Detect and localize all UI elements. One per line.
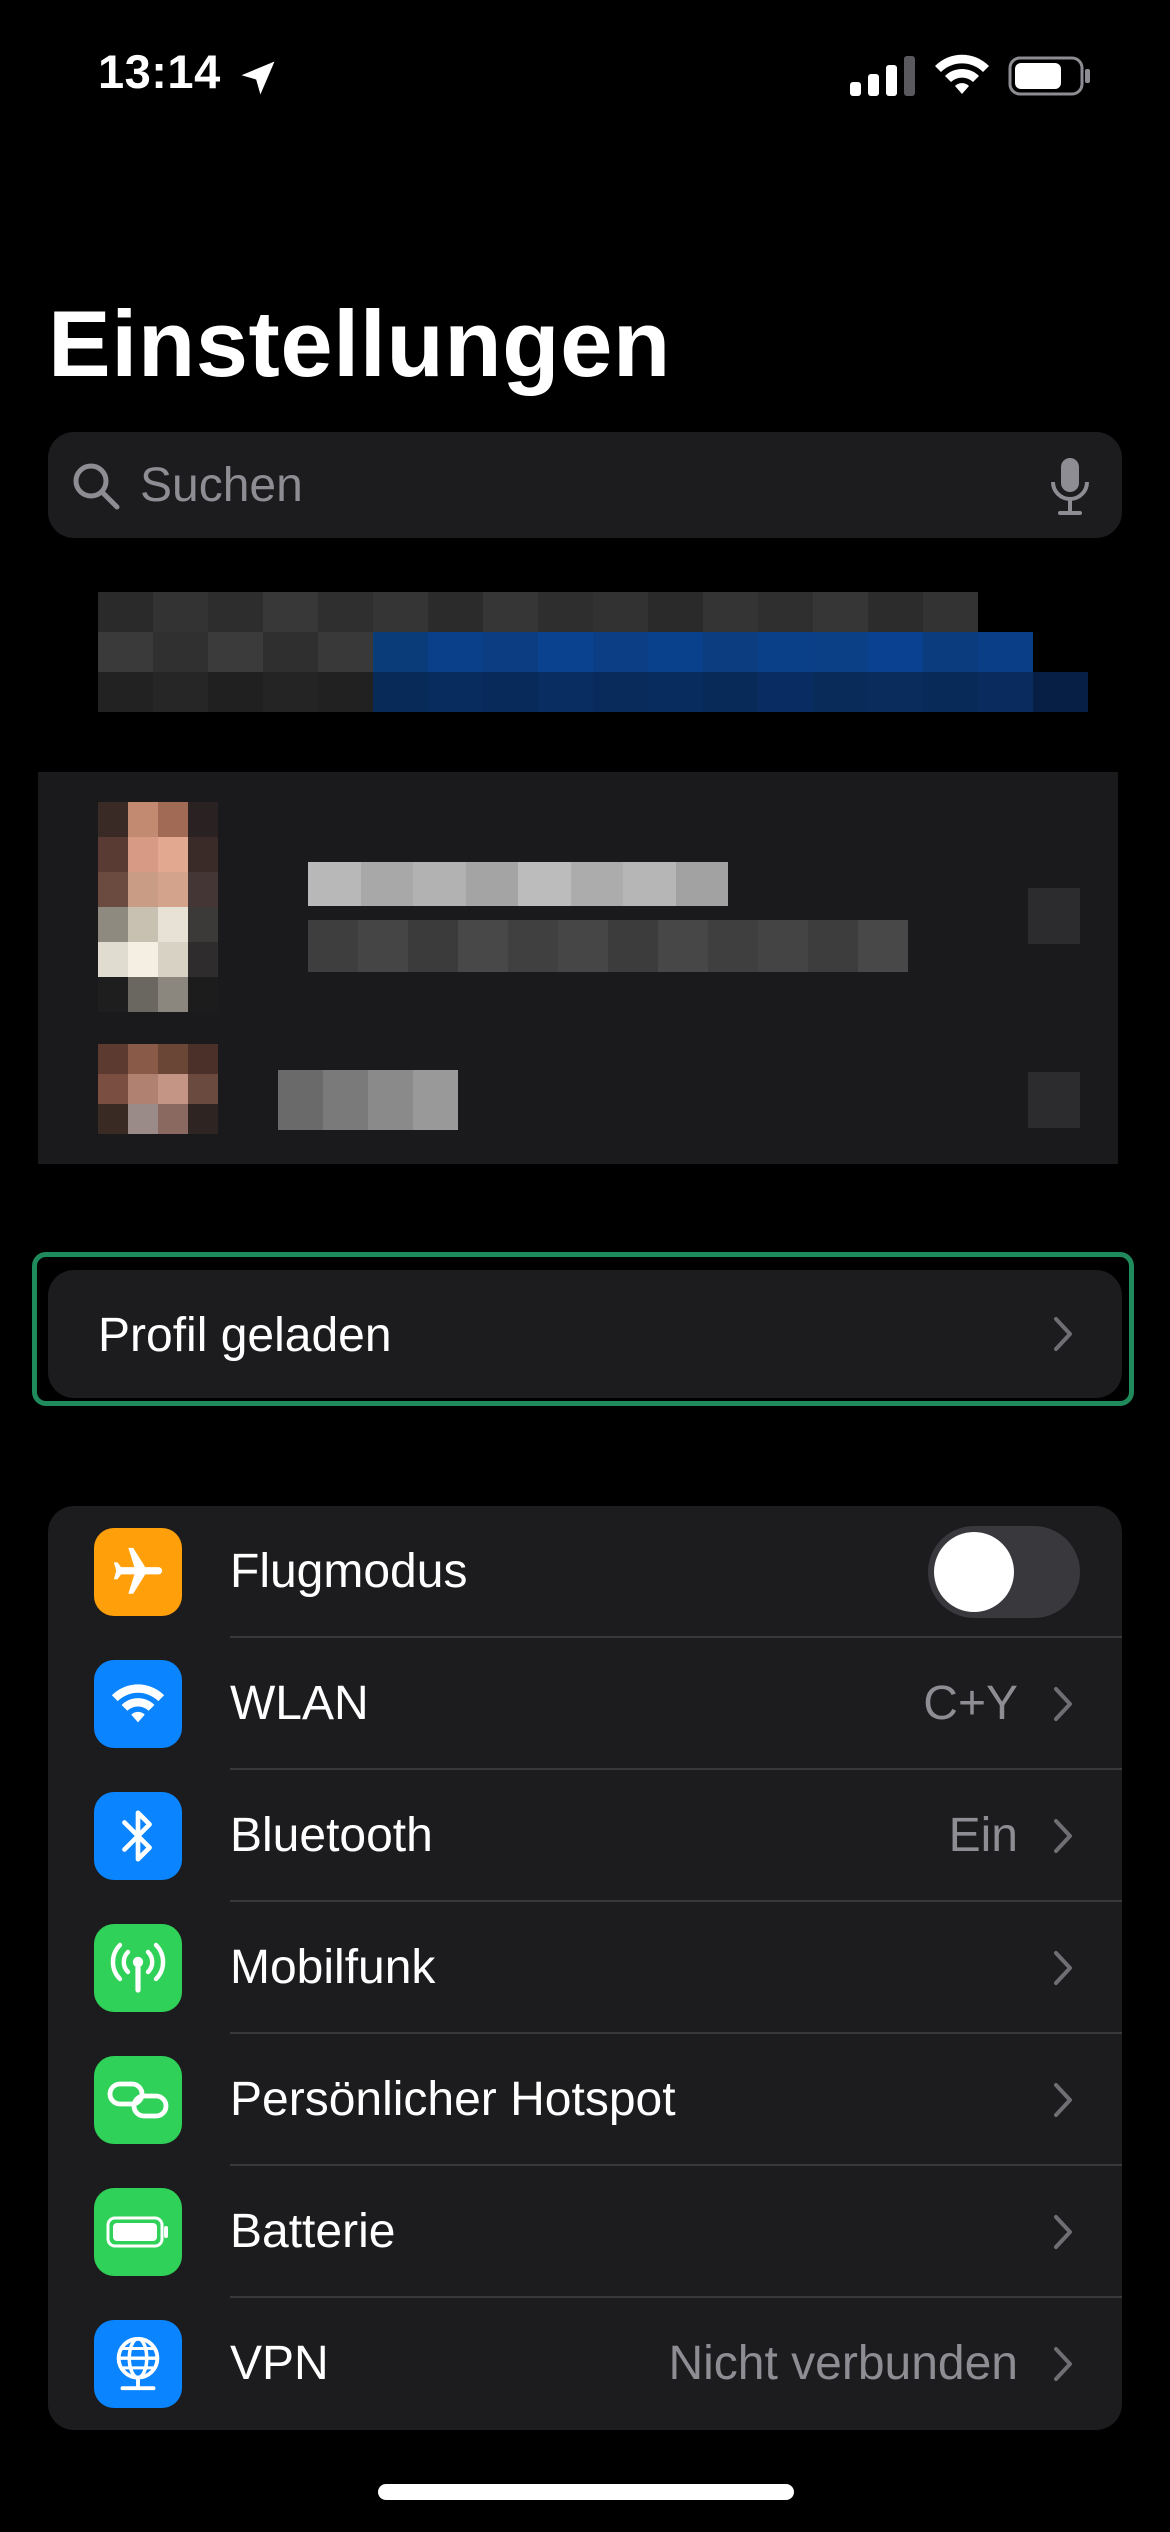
setting-row-bluetooth[interactable]: Bluetooth Ein bbox=[48, 1770, 1122, 1902]
redacted-account-card[interactable] bbox=[38, 772, 1118, 1164]
setting-row-personal-hotspot[interactable]: Persönlicher Hotspot bbox=[48, 2034, 1122, 2166]
setting-label: Persönlicher Hotspot bbox=[230, 2073, 676, 2126]
redacted-family-label bbox=[278, 1070, 458, 1130]
setting-label: Bluetooth bbox=[230, 1809, 433, 1862]
toggle-knob bbox=[934, 1532, 1014, 1612]
redacted-chevron-1 bbox=[1028, 888, 1080, 944]
redacted-banner bbox=[98, 592, 1088, 712]
chevron-right-icon bbox=[1054, 1819, 1072, 1853]
airplane-icon bbox=[94, 1528, 182, 1616]
page-title: Einstellungen bbox=[48, 291, 671, 396]
search-input[interactable] bbox=[140, 450, 1020, 520]
chevron-right-icon bbox=[1054, 1317, 1072, 1351]
chevron-right-icon bbox=[1054, 2347, 1072, 2381]
setting-row-vpn[interactable]: VPN Nicht verbunden bbox=[48, 2298, 1122, 2430]
setting-label: Flugmodus bbox=[230, 1545, 468, 1598]
battery-icon bbox=[94, 2188, 182, 2276]
setting-label: WLAN bbox=[230, 1677, 369, 1730]
chevron-right-icon bbox=[1054, 2215, 1072, 2249]
bluetooth-icon bbox=[94, 1792, 182, 1880]
redacted-avatar bbox=[98, 802, 218, 1012]
microphone-icon[interactable] bbox=[1048, 456, 1092, 516]
wifi-icon bbox=[935, 54, 989, 94]
battery-icon bbox=[1008, 56, 1090, 96]
redacted-account-name bbox=[308, 862, 728, 906]
hotspot-link-icon bbox=[94, 2056, 182, 2144]
setting-value: Nicht verbunden bbox=[668, 2337, 1018, 2390]
setting-value: Ein bbox=[948, 1809, 1018, 1862]
vpn-globe-icon bbox=[94, 2320, 182, 2408]
setting-row-battery[interactable]: Batterie bbox=[48, 2166, 1122, 2298]
setting-row-mobilfunk[interactable]: Mobilfunk bbox=[48, 1902, 1122, 2034]
chevron-right-icon bbox=[1054, 2083, 1072, 2117]
cellular-signal-icon bbox=[850, 56, 915, 96]
settings-group-connectivity: Flugmodus WLAN C+Y Bluetooth Ein Mobilfu… bbox=[48, 1506, 1122, 2430]
redacted-chevron-2 bbox=[1028, 1072, 1080, 1128]
setting-value: C+Y bbox=[923, 1677, 1018, 1730]
profile-loaded-label: Profil geladen bbox=[98, 1309, 392, 1362]
search-bar[interactable] bbox=[48, 432, 1122, 538]
airplane-mode-toggle[interactable] bbox=[928, 1526, 1080, 1618]
setting-label: Batterie bbox=[230, 2205, 396, 2258]
redacted-family-avatars bbox=[98, 1044, 218, 1134]
antenna-icon bbox=[94, 1924, 182, 2012]
location-arrow-icon bbox=[241, 61, 275, 95]
setting-row-airplane-mode[interactable]: Flugmodus bbox=[48, 1506, 1122, 1638]
profile-loaded-row[interactable]: Profil geladen bbox=[48, 1270, 1122, 1398]
home-indicator[interactable] bbox=[378, 2484, 794, 2500]
setting-row-wlan[interactable]: WLAN C+Y bbox=[48, 1638, 1122, 1770]
setting-label: Mobilfunk bbox=[230, 1941, 436, 1994]
status-time: 13:14 bbox=[98, 45, 221, 98]
redacted-account-subtitle bbox=[308, 920, 908, 972]
setting-label: VPN bbox=[230, 2337, 329, 2390]
search-icon bbox=[73, 463, 120, 510]
chevron-right-icon bbox=[1054, 1951, 1072, 1985]
wifi-icon bbox=[94, 1660, 182, 1748]
chevron-right-icon bbox=[1054, 1687, 1072, 1721]
